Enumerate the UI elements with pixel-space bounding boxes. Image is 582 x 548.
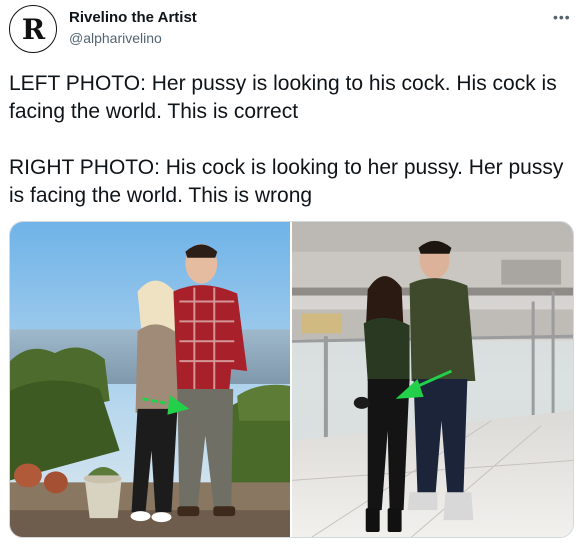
tweet-paragraph: LEFT PHOTO: Her pussy is looking to his … [9,72,557,123]
author-handle[interactable]: @alpharivelino [69,30,162,46]
tweet-media [9,221,574,538]
right-photo-image [292,222,573,537]
author-name[interactable]: Rivelino the Artist [69,9,197,26]
left-photo-image [10,222,290,537]
tweet-paragraph: RIGHT PHOTO: His cock is looking to her … [9,156,564,207]
right-photo[interactable] [292,222,573,537]
more-options-icon[interactable]: ••• [553,9,571,25]
left-photo[interactable] [10,222,290,537]
tweet-text: LEFT PHOTO: Her pussy is looking to his … [9,70,574,210]
avatar[interactable]: R [9,5,57,53]
avatar-logo: R [21,12,45,46]
tweet: R Rivelino the Artist @alpharivelino •••… [0,0,582,548]
